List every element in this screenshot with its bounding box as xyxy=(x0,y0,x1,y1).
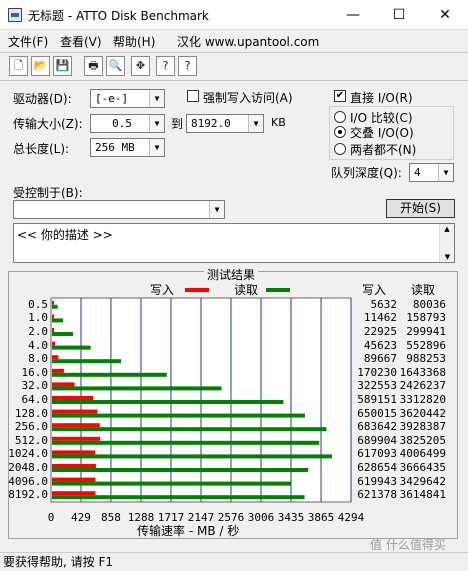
read-bar xyxy=(52,345,91,350)
write-value: 322553 xyxy=(357,379,397,393)
read-bar xyxy=(52,372,167,377)
category-label: 128.0 xyxy=(14,406,48,420)
x-tick-label: 3006 xyxy=(247,511,275,524)
status-bar: 要获得帮助, 请按 F1 xyxy=(0,552,468,570)
read-value: 3666435 xyxy=(399,461,446,474)
read-bar xyxy=(52,304,58,309)
throughput-chart xyxy=(50,297,352,503)
write-value: 89667 xyxy=(363,352,397,366)
write-value: 22925 xyxy=(363,325,397,338)
write-value: 621378 xyxy=(357,488,397,502)
write-bar xyxy=(52,355,59,360)
write-bar xyxy=(52,300,54,305)
read-bar xyxy=(52,359,122,364)
write-value: 650015 xyxy=(357,406,397,420)
read-value: 3825205 xyxy=(399,433,446,447)
read-bar xyxy=(52,413,305,418)
category-label: 2048.0 xyxy=(8,461,48,474)
write-value: 683642 xyxy=(357,420,397,434)
read-value: 3928387 xyxy=(399,420,446,434)
read-bar xyxy=(52,318,64,323)
category-label: 1024.0 xyxy=(8,447,48,461)
x-tick-label: 4294 xyxy=(337,511,365,524)
category-label: 32.0 xyxy=(21,379,49,393)
read-value: 3614841 xyxy=(399,488,446,502)
read-bar xyxy=(52,468,309,472)
read-value: 988253 xyxy=(406,352,446,366)
write-value: 589151 xyxy=(357,393,397,406)
x-tick-label: 3435 xyxy=(277,511,305,524)
write-value: 5632 xyxy=(370,297,398,311)
write-bar xyxy=(52,368,64,373)
category-label: 16.0 xyxy=(21,365,49,379)
watermark: 值 什么值得买 xyxy=(370,538,446,552)
x-tick-label: 858 xyxy=(101,511,121,524)
category-label: 4096.0 xyxy=(8,474,48,488)
write-value: 617093 xyxy=(357,447,397,461)
write-bar xyxy=(52,423,100,428)
category-label: 4.0 xyxy=(28,338,48,352)
write-bar xyxy=(52,328,54,332)
write-bar xyxy=(52,314,54,319)
read-value: 299941 xyxy=(406,325,446,338)
write-bar xyxy=(52,436,101,441)
write-value: 619943 xyxy=(357,474,397,488)
read-bar xyxy=(52,400,284,404)
read-bar xyxy=(52,454,332,459)
write-value: 11462 xyxy=(363,311,397,325)
write-bar xyxy=(52,464,96,468)
category-label: 8192.0 xyxy=(8,488,48,502)
write-value: 170230 xyxy=(357,365,397,379)
read-value: 3429642 xyxy=(399,474,446,488)
read-bar xyxy=(52,427,327,432)
x-tick-label: 0 xyxy=(47,511,55,524)
write-value: 45623 xyxy=(363,338,397,352)
category-label: 1.0 xyxy=(28,311,48,325)
read-bar xyxy=(52,481,292,486)
write-bar xyxy=(52,396,94,400)
read-bar xyxy=(52,332,73,336)
x-tick-label: 429 xyxy=(71,511,91,524)
read-value: 158793 xyxy=(406,311,446,325)
read-bar xyxy=(52,495,305,500)
read-value: 2426237 xyxy=(399,379,446,393)
read-bar xyxy=(52,440,320,445)
category-label: 64.0 xyxy=(21,393,49,406)
category-label: 512.0 xyxy=(14,433,48,447)
category-label: 0.5 xyxy=(28,297,48,311)
category-label: 256.0 xyxy=(14,420,48,434)
write-bar xyxy=(52,341,56,346)
category-label: 8.0 xyxy=(28,352,48,366)
write-bar xyxy=(52,409,98,414)
read-value: 552896 xyxy=(406,338,446,352)
write-value: 628654 xyxy=(357,461,397,474)
read-bar xyxy=(52,386,222,391)
read-value: 3312820 xyxy=(399,393,446,406)
read-value: 1643368 xyxy=(399,365,446,379)
write-bar xyxy=(52,477,96,482)
write-bar xyxy=(52,450,96,455)
write-bar xyxy=(52,382,75,387)
read-value: 80036 xyxy=(412,297,446,311)
category-label: 2.0 xyxy=(28,325,48,338)
write-bar xyxy=(52,491,96,496)
x-axis-label: 传输速率 - MB / 秒 xyxy=(137,524,240,538)
read-value: 3620442 xyxy=(399,406,446,420)
x-tick-label: 3865 xyxy=(307,511,335,524)
read-value: 4006499 xyxy=(399,447,446,461)
write-value: 689904 xyxy=(357,433,397,447)
